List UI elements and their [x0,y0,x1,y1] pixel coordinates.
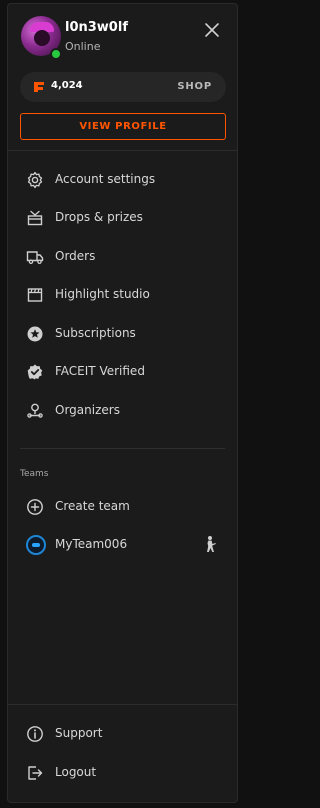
points-balance: 4,024 [51,80,83,91]
avatar-face-shape [34,30,50,46]
menu-item-account-settings[interactable]: Account settings [8,165,237,195]
close-button[interactable] [203,21,221,39]
logout-label: Logout [55,765,97,779]
user-menu-panel: l0n3w0lf Online 4,024 SHOP VIEW PROFILE … [7,3,238,803]
footer-divider [8,704,237,705]
online-status-dot [50,48,62,60]
create-team-label: Create team [55,499,130,513]
menu-item-subscriptions[interactable]: Subscriptions [8,319,237,349]
close-icon [205,23,219,37]
gift-box-icon [27,210,43,226]
menu-item-label: Drops & prizes [55,210,143,224]
username: l0n3w0lf [65,20,128,35]
menu-item-label: Subscriptions [55,326,136,340]
logout-icon [28,766,43,780]
organizer-icon [27,403,43,418]
support-label: Support [55,726,103,740]
menu-item-orders[interactable]: Orders [8,242,237,272]
menu-item-faceit-verified[interactable]: FACEIT Verified [8,357,237,387]
header-divider [8,150,237,151]
faceit-points-icon [34,82,44,92]
logout-button[interactable]: Logout [8,758,237,788]
clapperboard-icon [27,288,43,302]
truck-icon [26,251,44,265]
info-icon [27,726,43,742]
menu-item-label: Account settings [55,172,156,186]
menu-divider [20,448,225,449]
view-profile-button[interactable]: VIEW PROFILE [20,113,226,140]
shop-link[interactable]: SHOP [177,81,212,92]
verified-badge-icon [27,364,43,380]
menu-item-label: FACEIT Verified [55,364,145,378]
star-badge-icon [27,326,43,342]
plus-circle-icon [27,499,43,515]
team-logo-icon [26,535,46,555]
soldier-icon [207,536,216,552]
menu-item-highlight-studio[interactable]: Highlight studio [8,280,237,310]
team-item-myteam006[interactable]: MyTeam006 [8,530,237,560]
menu-item-drops-prizes[interactable]: Drops & prizes [8,203,237,233]
teams-section-title: Teams [20,469,49,479]
points-bar: 4,024 SHOP [20,72,226,102]
menu-item-label: Highlight studio [55,287,150,301]
support-link[interactable]: Support [8,719,237,749]
gear-icon [27,171,43,189]
user-header: l0n3w0lf Online 4,024 SHOP VIEW PROFILE [8,4,237,154]
create-team-button[interactable]: Create team [8,492,237,522]
presence-status: Online [65,40,101,53]
menu-item-label: Orders [55,249,96,263]
menu-item-organizers[interactable]: Organizers [8,396,237,426]
menu-item-label: Organizers [55,403,120,417]
team-logo-mark [32,543,40,547]
team-name: MyTeam006 [55,537,128,551]
